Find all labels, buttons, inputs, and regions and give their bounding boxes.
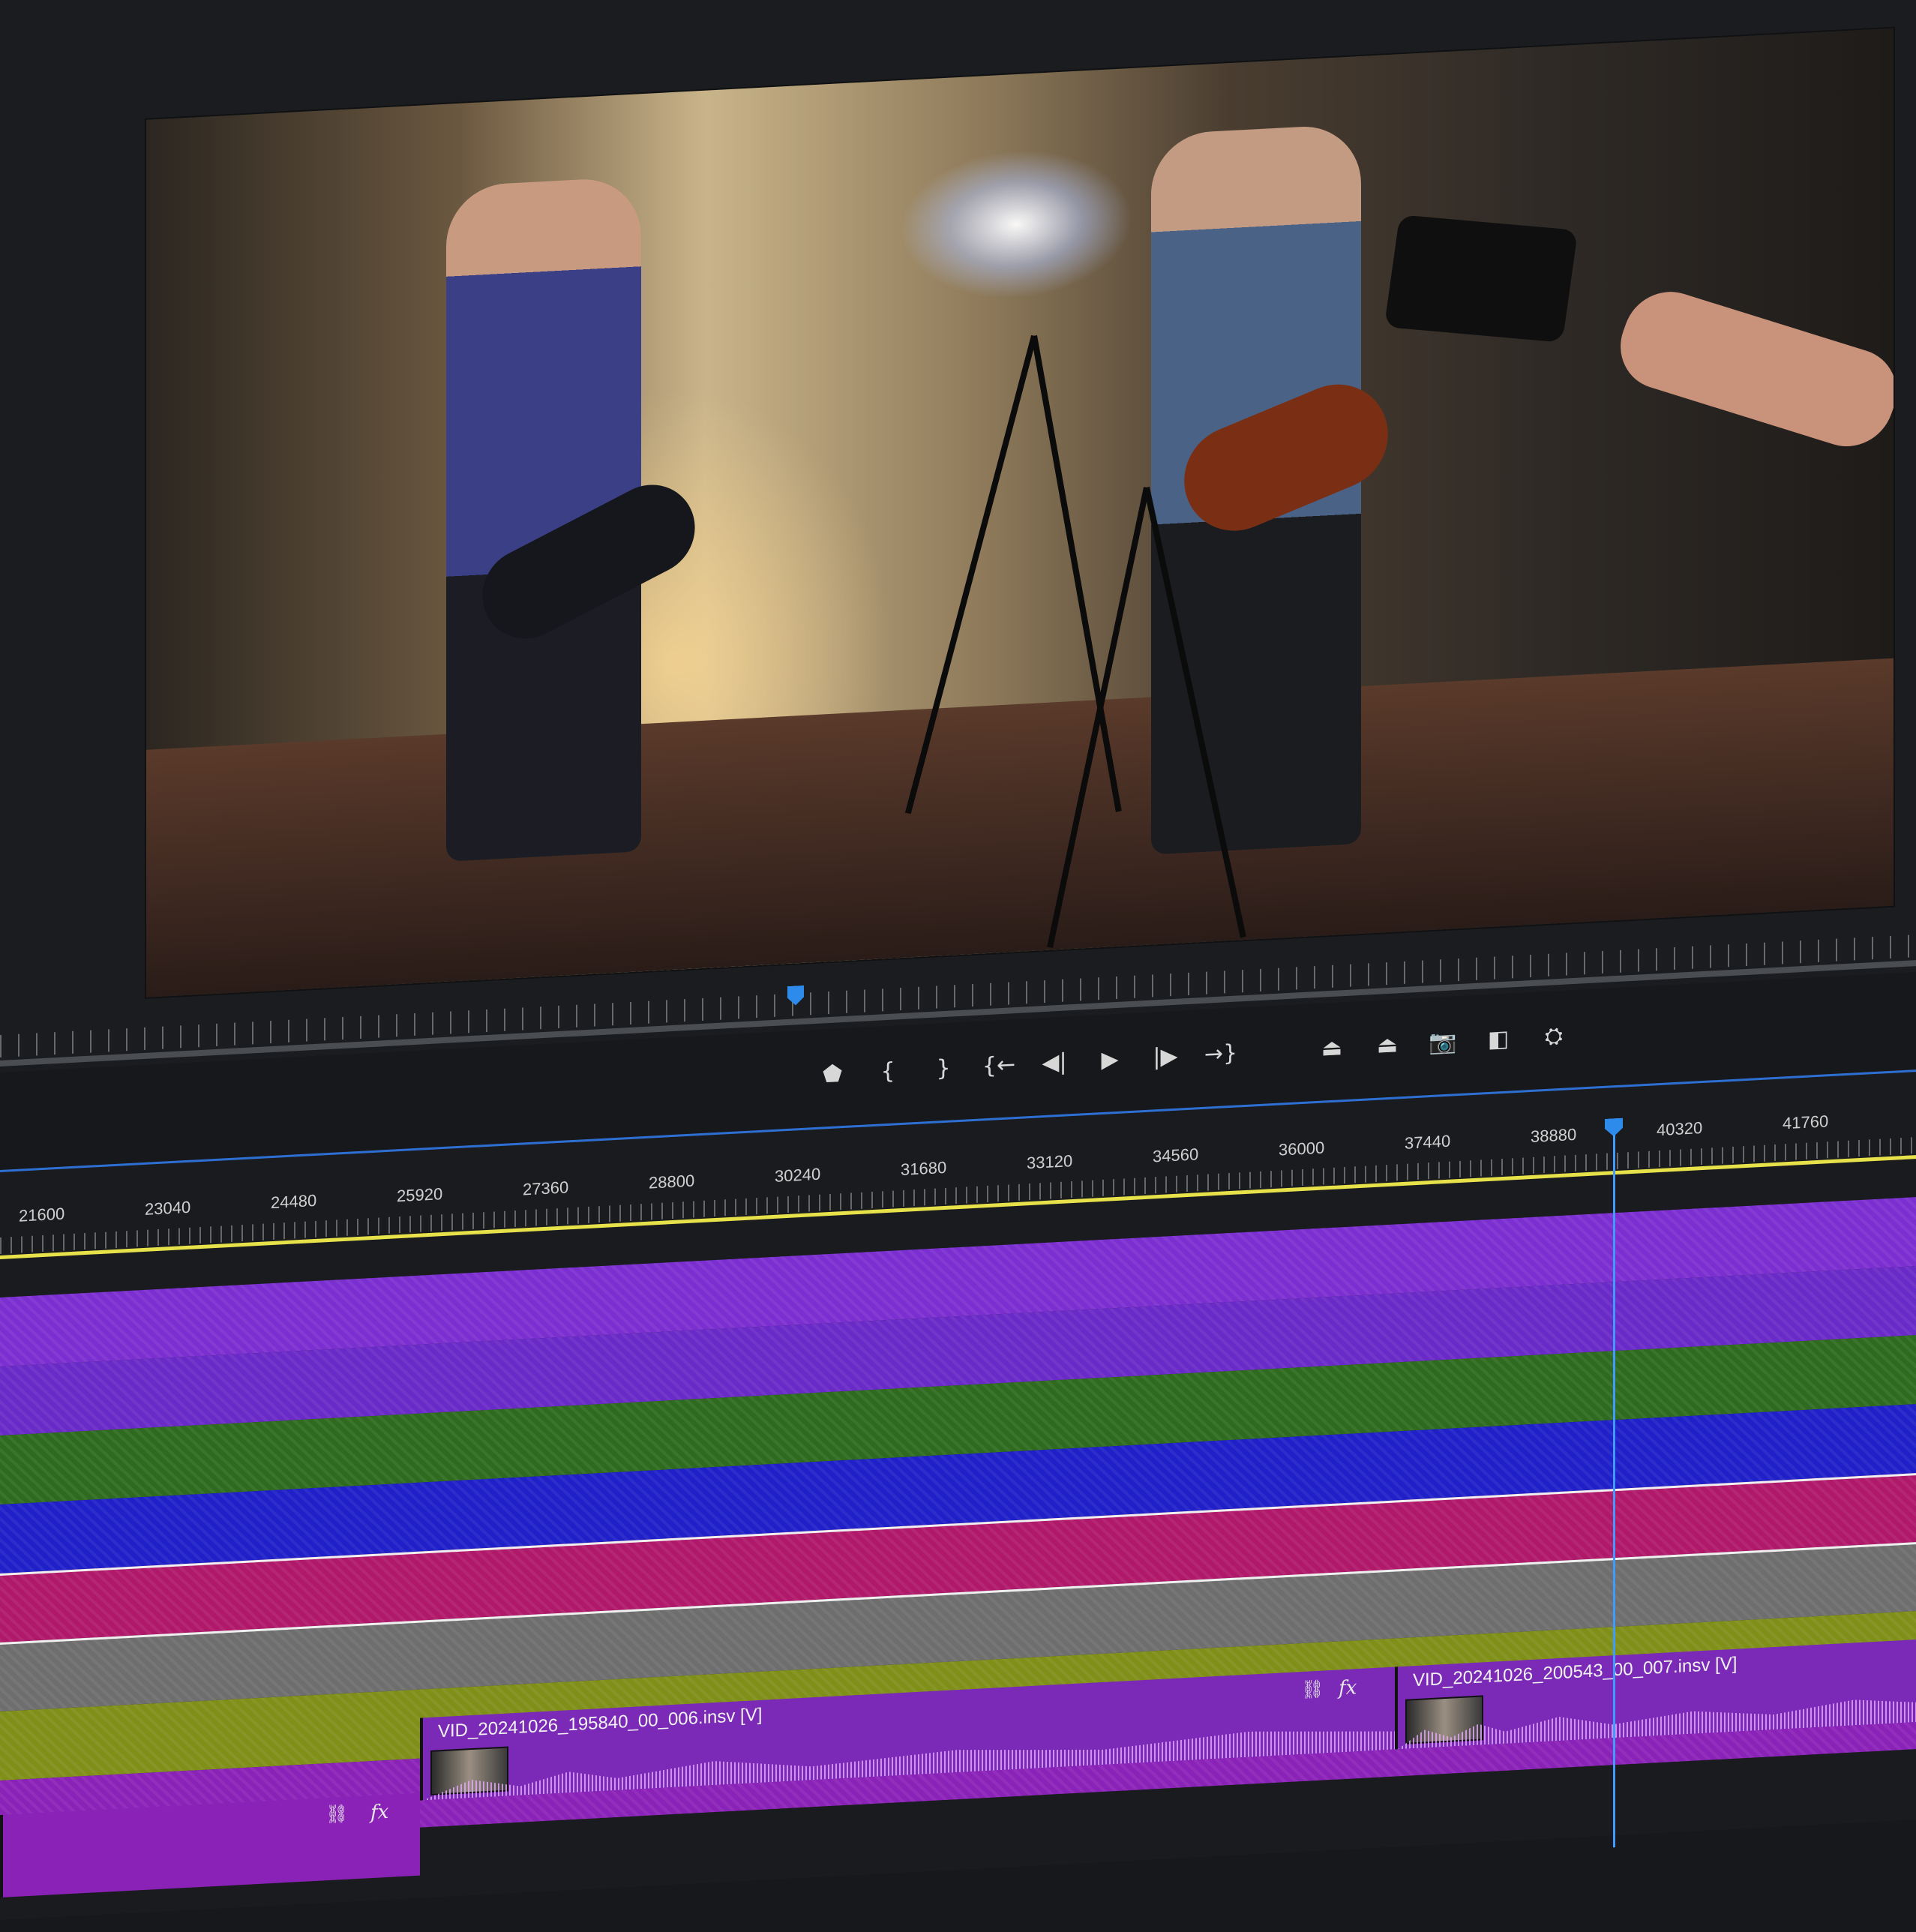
- ruler-label: 33120: [1027, 1151, 1073, 1173]
- sequence-timeline: 21600 23040 24480 25920 27360 28800 30240 31680…: [0, 1070, 1916, 1920]
- playhead-line: [1613, 1135, 1615, 1848]
- ruler-label: 40320: [1657, 1118, 1703, 1140]
- fx-icon[interactable]: fx: [1339, 1676, 1357, 1700]
- ruler-label: 28800: [649, 1171, 695, 1192]
- ruler-label: 37440: [1405, 1131, 1451, 1153]
- add-marker-button[interactable]: ⬟: [817, 1058, 847, 1090]
- ruler-label: 24480: [271, 1190, 317, 1213]
- preview-guitar-headstock: [1384, 214, 1579, 343]
- mark-in-button[interactable]: {: [873, 1055, 903, 1087]
- link-icon[interactable]: ⛓: [325, 1803, 348, 1826]
- ruler-label: 41760: [1783, 1112, 1829, 1133]
- program-monitor: ⬟ {} {← ◀| ▶ |▶ →} ⏏ ⏏ 📷 ◧ ⛭: [0, 0, 1916, 1088]
- link-icon[interactable]: ⛓: [1301, 1678, 1324, 1700]
- go-to-out-button[interactable]: →}: [1204, 1038, 1237, 1070]
- extract-button[interactable]: ⏏: [1372, 1029, 1402, 1060]
- comparison-view-button[interactable]: ◧: [1483, 1023, 1513, 1054]
- ruler-label: 25920: [397, 1184, 443, 1206]
- vr-video-button[interactable]: ⛭: [1539, 1020, 1569, 1052]
- mark-out-button[interactable]: }: [928, 1052, 958, 1084]
- go-to-in-button[interactable]: {←: [982, 1049, 1015, 1081]
- ruler-label: 21600: [19, 1204, 65, 1226]
- ruler-label: 23040: [145, 1197, 191, 1219]
- ruler-label: 38880: [1531, 1124, 1577, 1147]
- ruler-label: 27360: [523, 1178, 569, 1199]
- play-button[interactable]: ▶: [1095, 1043, 1125, 1075]
- ruler-label: 31680: [901, 1157, 947, 1180]
- preview-hand: [1608, 280, 1894, 458]
- ruler-label: 34560: [1153, 1144, 1199, 1166]
- video-preview-frame[interactable]: [146, 28, 1894, 998]
- ruler-label: 30240: [775, 1164, 821, 1186]
- export-frame-button[interactable]: 📷: [1428, 1026, 1458, 1058]
- premiere-workspace: ⬟ {} {← ◀| ▶ |▶ →} ⏏ ⏏ 📷 ◧ ⛭ 21600 23040 24480 25920 27…: [0, 0, 1916, 1920]
- step-forward-button[interactable]: |▶: [1150, 1041, 1180, 1072]
- transport-spacer: [1261, 1050, 1291, 1052]
- fx-icon[interactable]: fx: [370, 1801, 388, 1824]
- lift-button[interactable]: ⏏: [1317, 1032, 1347, 1064]
- ruler-label: 36000: [1279, 1138, 1325, 1160]
- step-back-button[interactable]: ◀|: [1039, 1046, 1069, 1078]
